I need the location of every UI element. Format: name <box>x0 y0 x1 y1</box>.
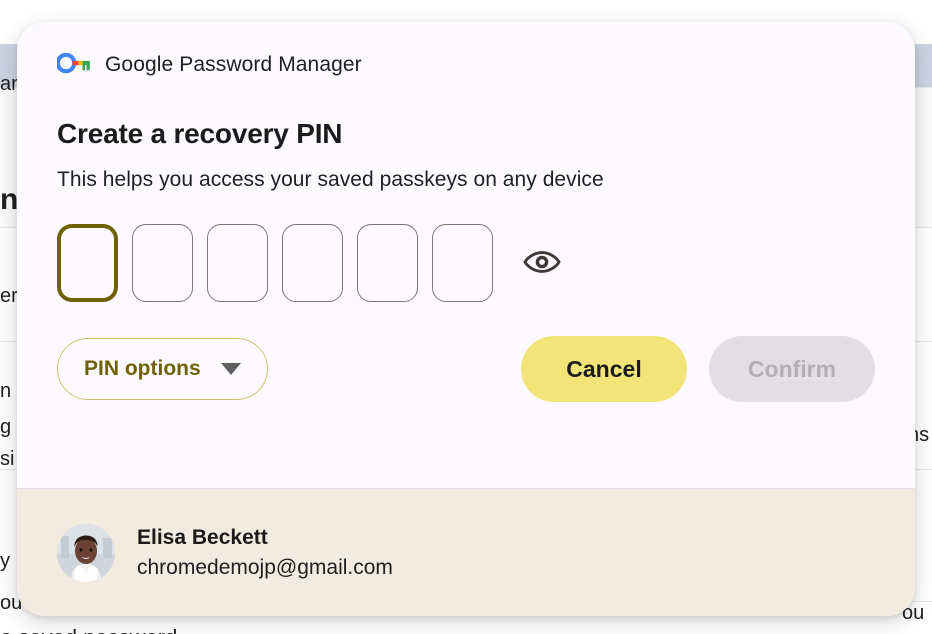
brand-label: Google Password Manager <box>105 53 362 76</box>
toggle-pin-visibility-button[interactable] <box>521 242 563 284</box>
pin-digit-1[interactable] <box>57 224 118 302</box>
background-text-fragment: g <box>0 416 12 438</box>
recovery-pin-dialog: Google Password Manager Create a recover… <box>17 22 915 616</box>
brand-row: Google Password Manager <box>55 48 875 82</box>
dialog-body: Google Password Manager Create a recover… <box>17 22 915 488</box>
page-subtitle: This helps you access your saved passkey… <box>57 168 604 191</box>
page-title: Create a recovery PIN <box>57 118 343 149</box>
pin-digit-3[interactable] <box>207 224 268 302</box>
eye-icon <box>523 249 561 278</box>
chevron-down-icon <box>220 363 241 375</box>
account-details: Elisa Beckett chromedemojp@gmail.com <box>137 526 393 580</box>
pin-input-row <box>57 224 875 302</box>
account-name: Elisa Beckett <box>137 525 268 549</box>
pin-digit-2[interactable] <box>132 224 193 302</box>
confirm-button[interactable]: Confirm <box>709 336 875 402</box>
pin-options-label: PIN options <box>84 357 201 380</box>
background-text-fragment: e saved password <box>0 625 177 634</box>
pin-digit-5[interactable] <box>357 224 418 302</box>
account-email: chromedemojp@gmail.com <box>137 555 393 579</box>
background-text-fragment: si <box>0 448 15 470</box>
primary-actions: Cancel Confirm <box>521 336 875 402</box>
google-password-key-icon <box>55 52 91 79</box>
dialog-actions: PIN options Cancel Confirm <box>57 336 875 402</box>
account-footer: Elisa Beckett chromedemojp@gmail.com <box>17 488 915 616</box>
pin-digit-4[interactable] <box>282 224 343 302</box>
cancel-button[interactable]: Cancel <box>521 336 687 402</box>
avatar <box>57 523 115 582</box>
pin-digit-6[interactable] <box>432 224 493 302</box>
background-text-fragment: er <box>0 285 18 307</box>
background-text-fragment: y <box>0 550 10 572</box>
pin-options-button[interactable]: PIN options <box>57 338 268 400</box>
